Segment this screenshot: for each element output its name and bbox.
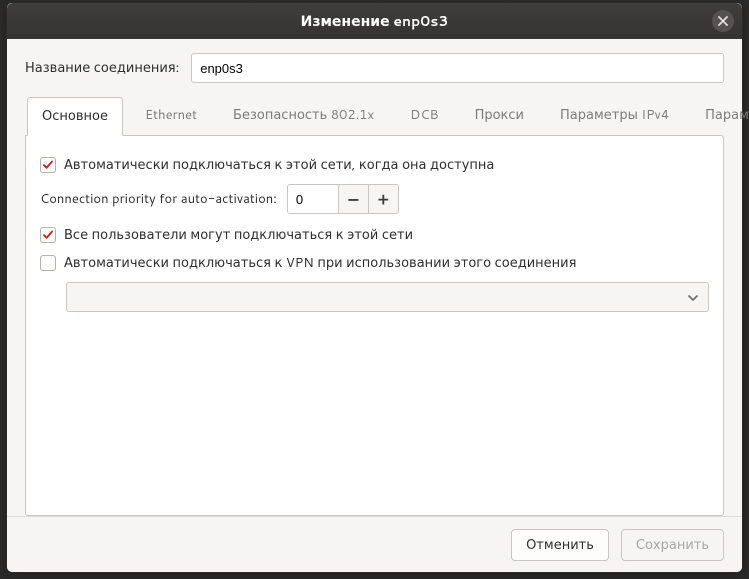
- vpn-auto-block: Автоматически подключаться к VPN при исп…: [40, 254, 709, 312]
- check-icon: [42, 159, 54, 171]
- priority-row: Connection priority for auto-activation:…: [40, 184, 709, 214]
- vpn-auto-checkbox[interactable]: [40, 255, 56, 271]
- all-users-label: Все пользователи могут подключаться к эт…: [64, 226, 413, 244]
- window-title: Изменение enp0s3: [301, 11, 449, 31]
- chevron-down-icon: [688, 288, 698, 306]
- priority-label: Connection priority for auto-activation:: [40, 190, 277, 208]
- tab-proxy[interactable]: Прокси: [461, 97, 538, 135]
- vpn-auto-row: Автоматически подключаться к VPN при исп…: [40, 254, 709, 272]
- priority-value-input[interactable]: [288, 185, 338, 213]
- tab-panel-general: Автоматически подключаться к этой сети, …: [25, 135, 724, 516]
- auto-connect-checkbox[interactable]: [40, 157, 56, 173]
- titlebar: Изменение enp0s3: [7, 3, 742, 39]
- tab-general[interactable]: Основное: [27, 97, 123, 136]
- cancel-button[interactable]: Отменить: [511, 529, 609, 561]
- vpn-auto-label: Автоматически подключаться к VPN при исп…: [64, 254, 576, 272]
- priority-increment-button[interactable]: +: [368, 185, 398, 213]
- tab-8021x-security[interactable]: Безопасность 802.1x: [219, 97, 388, 135]
- vpn-select[interactable]: [66, 282, 709, 312]
- tab-ethernet[interactable]: Ethernet: [131, 97, 211, 135]
- tab-ipv6[interactable]: Параметры IPv6: [691, 97, 749, 135]
- priority-decrement-button[interactable]: −: [338, 185, 368, 213]
- plus-icon: +: [378, 188, 389, 211]
- connection-name-row: Название соединения:: [25, 53, 724, 83]
- auto-connect-label: Автоматически подключаться к этой сети, …: [64, 156, 494, 174]
- minus-icon: −: [347, 188, 360, 211]
- auto-connect-row: Автоматически подключаться к этой сети, …: [40, 156, 709, 174]
- connection-name-input[interactable]: [191, 53, 724, 83]
- tabs: Основное Ethernet Безопасность 802.1x DC…: [25, 97, 724, 516]
- all-users-checkbox[interactable]: [40, 227, 56, 243]
- all-users-row: Все пользователи могут подключаться к эт…: [40, 226, 709, 244]
- save-button[interactable]: Сохранить: [621, 529, 724, 561]
- content-area: Название соединения: Основное Ethernet Б…: [7, 39, 742, 516]
- connection-name-label: Название соединения:: [25, 59, 179, 77]
- tab-dcb[interactable]: DCB: [396, 97, 452, 135]
- tab-ipv4[interactable]: Параметры IPv4: [546, 97, 683, 135]
- priority-stepper: − +: [287, 184, 399, 214]
- footer: Отменить Сохранить: [7, 516, 742, 572]
- close-button[interactable]: [712, 10, 734, 32]
- check-icon: [42, 229, 54, 241]
- connection-editor-window: Изменение enp0s3 Название соединения: Ос…: [6, 2, 743, 573]
- tabs-bar: Основное Ethernet Безопасность 802.1x DC…: [25, 97, 724, 135]
- close-icon: [718, 16, 728, 26]
